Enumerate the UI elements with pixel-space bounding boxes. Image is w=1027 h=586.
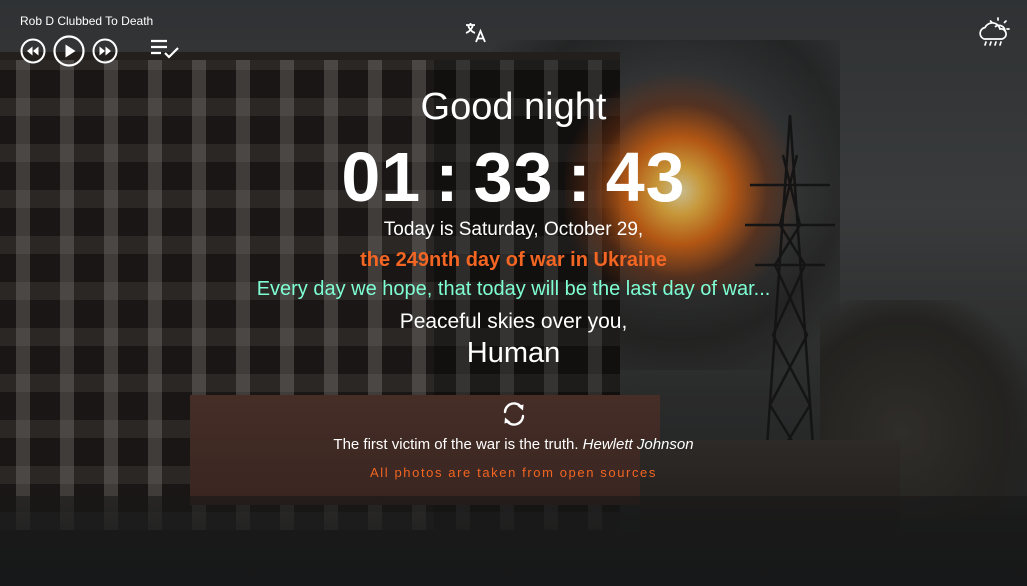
clock-separator: : [435, 138, 460, 216]
greeting: Good night [420, 86, 607, 128]
clock-minutes: 33 [473, 138, 554, 216]
cloud-rain-sun-icon[interactable] [976, 15, 1010, 54]
photo-sources-note: All photos are taken from open sources [370, 465, 657, 480]
hope-message: Every day we hope, that today will be th… [256, 278, 771, 300]
audio-player: Rob D Clubbed To Death [20, 14, 180, 67]
peace-message: Peaceful skies over you, [399, 310, 628, 333]
quote: The first victim of the war is the truth… [0, 436, 1027, 454]
playlist-icon[interactable] [150, 38, 180, 65]
quote-author: Hewlett Johnson [582, 436, 694, 453]
track-title: Rob D Clubbed To Death [20, 14, 154, 28]
clock: 01:33:43 [0, 140, 1027, 214]
clock-hours: 01 [341, 138, 422, 216]
rewind-icon[interactable] [20, 38, 46, 64]
clock-separator: : [567, 138, 592, 216]
war-day-count: the 249nth day of war in Ukraine [360, 249, 667, 271]
clock-seconds: 43 [605, 138, 686, 216]
user-name[interactable]: Human [0, 336, 1027, 370]
quote-text: The first victim of the war is the truth… [333, 436, 579, 453]
fast-forward-icon[interactable] [92, 38, 118, 64]
translate-icon[interactable] [464, 20, 488, 49]
player-controls [20, 35, 180, 67]
today-date: Today is Saturday, October 29, [383, 219, 644, 240]
refresh-icon[interactable] [500, 400, 528, 433]
play-icon[interactable] [53, 35, 85, 67]
